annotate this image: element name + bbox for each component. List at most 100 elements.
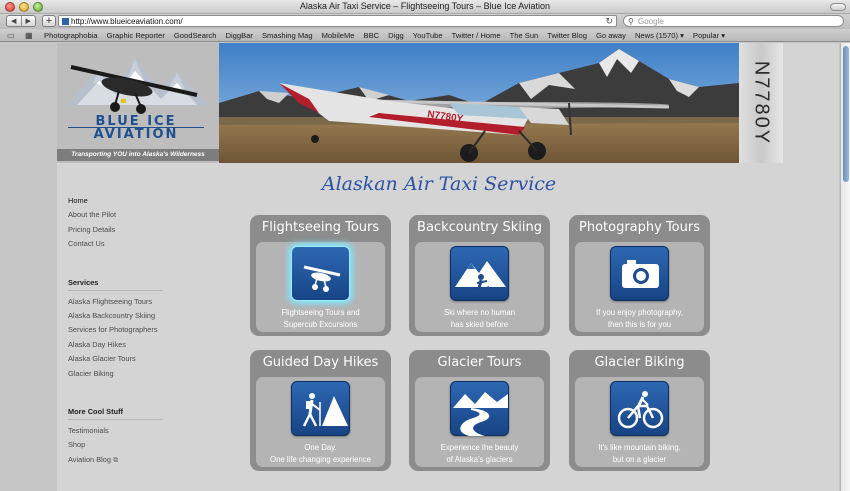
sidebar-nav: Home About the Pilot Pricing Details Con… <box>68 195 163 468</box>
sidebar-item-skiing[interactable]: Alaska Backcountry Skiing <box>68 310 163 324</box>
bookmarks-book-icon[interactable]: ▭ <box>7 31 19 40</box>
tile-title: Glacier Biking <box>594 355 685 370</box>
address-bar[interactable]: http://www.blueiceaviation.com/ ↻ <box>58 15 617 27</box>
browser-toolbar: ◀ ▶ + http://www.blueiceaviation.com/ ↻ … <box>0 14 850 29</box>
tile-title: Flightseeing Tours <box>261 220 380 235</box>
favicon-icon <box>62 18 69 25</box>
bookmark-item[interactable]: Go away <box>596 31 626 40</box>
logo-line-aviation: AVIATION <box>93 127 179 142</box>
skier-icon[interactable] <box>450 246 509 301</box>
tile-desc-line: then this is for you <box>607 320 672 329</box>
plane-icon[interactable] <box>291 246 350 301</box>
bookmark-item[interactable]: Photographobia <box>44 31 98 40</box>
tile-description: One Day. One life changing experience <box>256 442 385 466</box>
page-title: Alaskan Air Taxi Service <box>321 173 557 195</box>
tile-desc-line: It's like mountain biking, <box>598 443 681 452</box>
tile-description: Flightseeing Tours and Supercub Excursio… <box>256 307 385 331</box>
tile-desc-line: Supercub Excursions <box>283 320 358 329</box>
tail-number-panel: N7780Y <box>739 43 783 163</box>
bookmark-item[interactable]: MobileMe <box>322 31 355 40</box>
tile-description: If you enjoy photography, then this is f… <box>575 307 704 331</box>
camera-icon[interactable] <box>610 246 669 301</box>
nav-buttons: ◀ ▶ <box>6 15 36 27</box>
tail-number: N7780Y <box>750 60 773 146</box>
search-field[interactable]: ⚲ <box>623 15 844 27</box>
tile-glacier-tours[interactable]: Glacier Tours Experience the beauty of A… <box>409 350 550 471</box>
window-title: Alaska Air Taxi Service – Flightseeing T… <box>299 1 551 11</box>
sidebar-item-about[interactable]: About the Pilot <box>68 209 163 223</box>
sidebar-item-pricing[interactable]: Pricing Details <box>68 224 163 238</box>
tile-title: Photography Tours <box>578 220 700 235</box>
tile-desc-line: but on a glacier <box>612 455 667 464</box>
sidebar-item-testimonials[interactable]: Testimonials <box>68 425 163 439</box>
tile-description: Experience the beauty of Alaska's glacie… <box>415 442 544 466</box>
scrollbar-thumb[interactable] <box>843 46 849 182</box>
bookmark-item[interactable]: YouTube <box>413 31 443 40</box>
tile-body: Flightseeing Tours and Supercub Excursio… <box>256 242 385 332</box>
tile-body: It's like mountain biking, but on a glac… <box>575 377 704 467</box>
tile-title: Glacier Tours <box>437 355 522 370</box>
sidebar-item-contact[interactable]: Contact Us <box>68 238 163 252</box>
tile-photography-tours[interactable]: Photography Tours If you enjoy photograp… <box>569 215 710 336</box>
bookmark-item[interactable]: DiggBar <box>226 31 253 40</box>
hiker-icon[interactable] <box>291 381 350 436</box>
tile-body: Ski where no human has skied before <box>415 242 544 332</box>
sidebar-divider <box>68 418 163 420</box>
sidebar-item-flightseeing[interactable]: Alaska Flightseeing Tours <box>68 296 163 310</box>
tile-body: One Day. One life changing experience <box>256 377 385 467</box>
bookmark-item[interactable]: The Sun <box>510 31 539 40</box>
top-sites-grid-icon[interactable]: ▦ <box>25 31 35 40</box>
bookmark-item[interactable]: Twitter / Home <box>452 31 501 40</box>
window-titlebar: Alaska Air Taxi Service – Flightseeing T… <box>0 0 850 14</box>
tile-desc-line: If you enjoy photography, <box>596 308 683 317</box>
bookmark-item[interactable]: BBC <box>364 31 380 40</box>
bike-icon[interactable] <box>610 381 669 436</box>
search-icon: ⚲ <box>628 17 634 26</box>
tile-description: Ski where no human has skied before <box>415 307 544 331</box>
aviation-blog-label: Aviation Blog <box>68 454 112 464</box>
hero-photo: N7780Y <box>219 43 739 163</box>
site-logo[interactable]: BLUE ICE AVIATION Transporting YOU into … <box>57 43 219 163</box>
hero-plane-image: N7780Y <box>219 43 739 163</box>
tile-backcountry-skiing[interactable]: Backcountry Skiing Ski where no human ha… <box>409 215 550 336</box>
sidebar-item-photographers[interactable]: Services for Photographers <box>68 324 163 338</box>
external-link-icon: ⧉ <box>113 456 119 464</box>
bookmark-item[interactable]: Digg <box>388 31 404 40</box>
add-bookmark-button[interactable]: + <box>42 15 56 27</box>
tile-title: Backcountry Skiing <box>417 220 542 235</box>
bookmarks-bar: ▭ ▦ Photographobia Graphic Reporter Good… <box>0 29 850 42</box>
reload-icon[interactable]: ↻ <box>605 16 613 27</box>
sidebar-item-glacier-biking[interactable]: Glacier Biking <box>68 368 163 382</box>
sidebar-heading-services: Services <box>68 277 99 287</box>
glacier-icon[interactable] <box>450 381 509 436</box>
bookmark-item[interactable]: Smashing Mag <box>262 31 313 40</box>
sidebar-item-aviation-blog[interactable]: Aviation Blog ⧉ <box>68 454 163 468</box>
back-button[interactable]: ◀ <box>7 16 21 26</box>
forward-button[interactable]: ▶ <box>20 16 36 26</box>
tile-guided-day-hikes[interactable]: Guided Day Hikes One Day. One life chang… <box>250 350 391 471</box>
search-input[interactable] <box>638 17 838 26</box>
tile-flightseeing[interactable]: Flightseeing Tours Flightseeing Tours an… <box>250 215 391 336</box>
tile-desc-line: One Day. <box>304 443 337 452</box>
tile-desc-line: of Alaska's glaciers <box>446 455 513 464</box>
sidebar-item-home[interactable]: Home <box>68 195 163 209</box>
logo-tagline: Transporting YOU into Alaska's Wildernes… <box>57 149 219 161</box>
tile-desc-line: One life changing experience <box>270 455 371 464</box>
bookmark-item[interactable]: Graphic Reporter <box>107 31 165 40</box>
toolbar-toggle-button[interactable] <box>830 3 846 11</box>
url-text[interactable]: http://www.blueiceaviation.com/ <box>71 16 183 27</box>
bookmark-folder-news[interactable]: News (1570) ▾ <box>635 31 684 40</box>
sidebar-item-glacier-tours[interactable]: Alaska Glacier Tours <box>68 353 163 367</box>
tile-glacier-biking[interactable]: Glacier Biking It's like mountain biking… <box>569 350 710 471</box>
web-page: BLUE ICE AVIATION Transporting YOU into … <box>57 43 839 491</box>
tile-body: If you enjoy photography, then this is f… <box>575 242 704 332</box>
page-scrollbar[interactable] <box>840 43 850 491</box>
bookmark-folder-popular[interactable]: Popular ▾ <box>693 31 725 40</box>
sidebar-item-day-hikes[interactable]: Alaska Day Hikes <box>68 339 163 353</box>
bookmark-item[interactable]: Twitter Blog <box>547 31 587 40</box>
tile-desc-line: Experience the beauty <box>440 443 519 452</box>
sidebar-item-shop[interactable]: Shop <box>68 439 163 453</box>
bookmark-item[interactable]: GoodSearch <box>174 31 217 40</box>
